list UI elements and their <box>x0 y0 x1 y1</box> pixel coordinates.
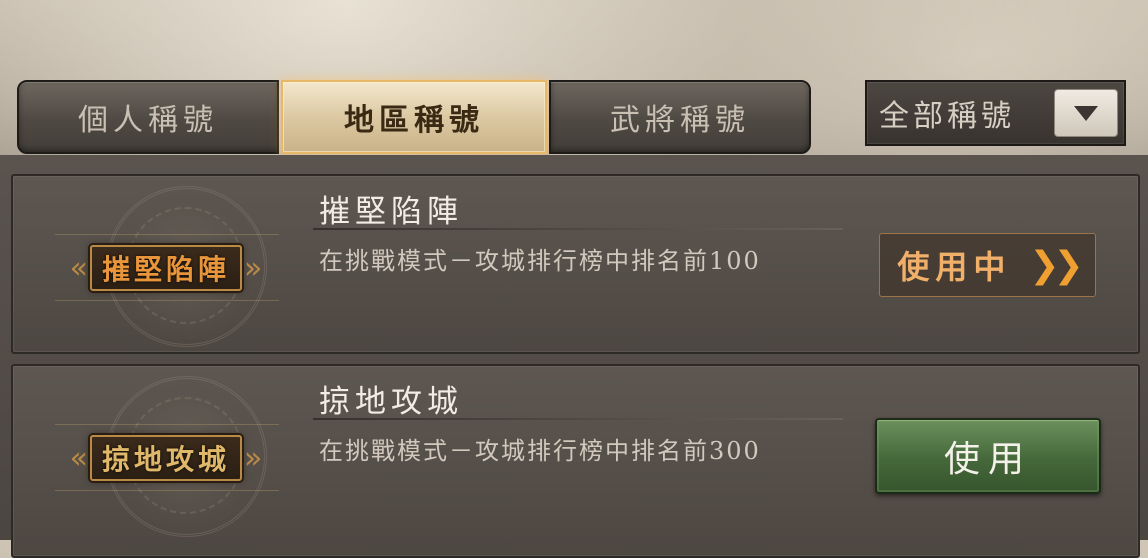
emblem-rule <box>55 490 279 491</box>
triangle-down-icon <box>1074 105 1098 121</box>
title-badge: « 摧堅陷陣 » <box>51 243 281 293</box>
title-name: 摧堅陷陣 <box>319 194 463 230</box>
tab-region-titles[interactable]: 地區稱號 <box>281 80 547 154</box>
title-badge-label: 掠地攻城 <box>89 435 242 481</box>
filter-selected-value: 全部稱號 <box>879 99 1015 134</box>
in-use-button[interactable]: 使用中 ❯❯ <box>879 233 1096 297</box>
title-filter-dropdown[interactable]: 全部稱號 <box>865 80 1126 146</box>
chevron-left-icon: « <box>69 250 88 286</box>
chevron-right-icon: » <box>244 250 263 286</box>
title-category-tabs: 個人稱號 地區稱號 武將稱號 <box>17 80 811 154</box>
title-badge-label: 摧堅陷陣 <box>89 245 242 291</box>
title-divider <box>313 228 843 230</box>
title-name: 掠地攻城 <box>319 384 463 420</box>
in-use-label: 使用中 <box>897 248 1012 286</box>
title-emblem: « 掠地攻城 » <box>51 376 291 537</box>
title-list: « 摧堅陷陣 » 摧堅陷陣 在挑戰模式－攻城排行榜中排名前100 使用中 ❯❯ … <box>0 155 1148 558</box>
dropdown-toggle-button[interactable] <box>1054 89 1118 137</box>
title-description: 在挑戰模式－攻城排行榜中排名前300 <box>319 437 761 465</box>
use-title-button[interactable]: 使用 <box>875 418 1101 494</box>
title-description: 在挑戰模式－攻城排行榜中排名前100 <box>319 247 761 275</box>
chevron-right-icon: » <box>244 440 263 476</box>
title-card: « 掠地攻城 » 掠地攻城 在挑戰模式－攻城排行榜中排名前300 使用 <box>11 364 1140 558</box>
chevron-left-icon: « <box>69 440 88 476</box>
emblem-rule <box>55 234 279 235</box>
title-badge: « 掠地攻城 » <box>51 433 281 483</box>
emblem-rule <box>55 424 279 425</box>
double-chevron-right-icon: ❯❯ <box>1029 244 1083 286</box>
tab-personal-titles[interactable]: 個人稱號 <box>17 80 279 154</box>
tab-general-titles[interactable]: 武將稱號 <box>549 80 811 154</box>
title-card: « 摧堅陷陣 » 摧堅陷陣 在挑戰模式－攻城排行榜中排名前100 使用中 ❯❯ <box>11 174 1140 354</box>
title-emblem: « 摧堅陷陣 » <box>51 186 291 347</box>
title-divider <box>313 418 843 420</box>
emblem-rule <box>55 300 279 301</box>
